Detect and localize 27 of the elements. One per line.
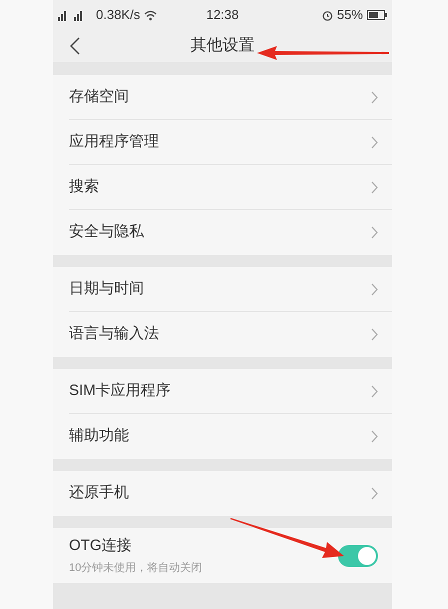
- clock-time: 12:38: [206, 6, 239, 24]
- network-speed: 0.38K/s: [96, 6, 140, 24]
- chevron-right-icon: [371, 136, 378, 148]
- settings-item[interactable]: 存储空间: [69, 75, 392, 120]
- alarm-icon: [322, 10, 333, 20]
- page-title: 其他设置: [190, 36, 254, 56]
- chevron-right-icon: [371, 226, 378, 239]
- chevron-right-icon: [371, 487, 378, 500]
- chevron-right-icon: [371, 282, 378, 296]
- chevron-right-icon: [371, 180, 378, 194]
- settings-item[interactable]: 安全与隐私: [69, 210, 392, 255]
- battery-icon: [367, 10, 387, 20]
- chevron-right-icon: [371, 384, 378, 398]
- settings-item[interactable]: 应用程序管理: [69, 120, 392, 165]
- chevron-right-icon: [371, 430, 378, 443]
- chevron-right-icon: [371, 90, 378, 104]
- battery-percent: 55%: [336, 6, 363, 24]
- setting-label: OTG连接: [69, 536, 132, 556]
- setting-description: 10分钟未使用，将自动关闭: [69, 560, 202, 576]
- settings-item[interactable]: 日期与时间: [69, 267, 392, 312]
- wifi-icon: [144, 10, 158, 20]
- settings-item[interactable]: SIM卡应用程序: [69, 369, 392, 414]
- settings-item[interactable]: 语言与输入法: [69, 312, 392, 357]
- chevron-right-icon: [371, 328, 378, 341]
- toggle-switch[interactable]: [338, 544, 378, 566]
- settings-item[interactable]: 辅助功能: [69, 414, 392, 459]
- settings-item[interactable]: 搜索: [69, 165, 392, 210]
